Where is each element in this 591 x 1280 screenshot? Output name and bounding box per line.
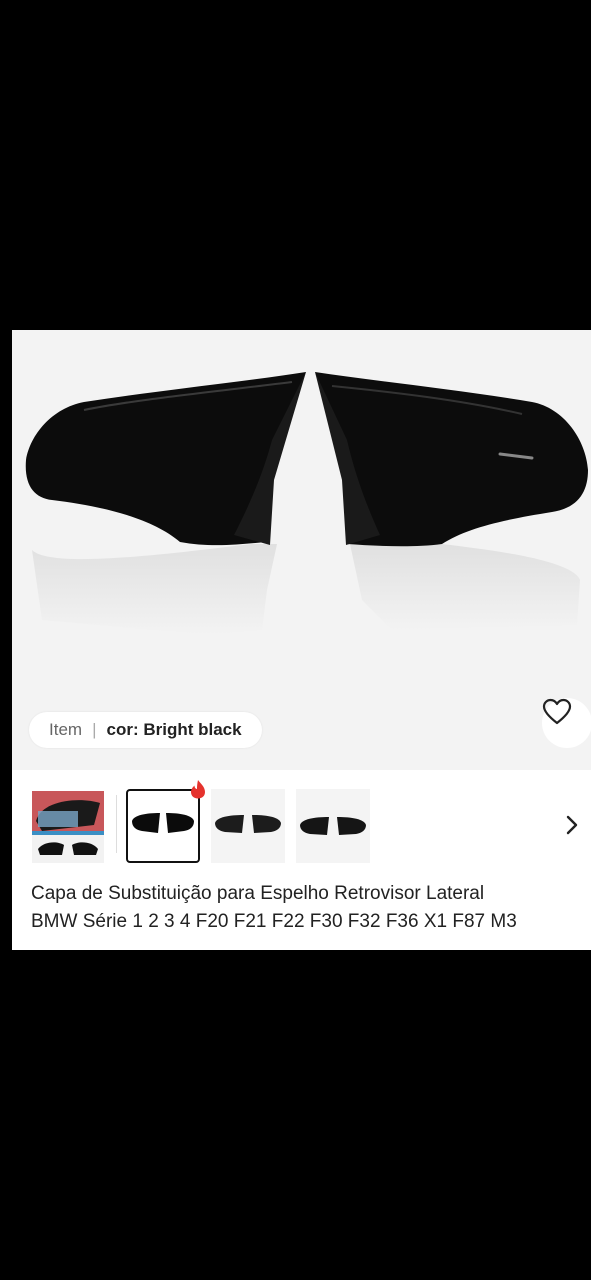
product-title-line-1: Capa de Substituição para Espelho Retrov… <box>31 883 485 904</box>
thumbnail-strip <box>12 780 591 869</box>
thumbnails-next-button[interactable] <box>560 811 584 839</box>
mirror-covers-image <box>25 372 588 635</box>
thumbnail-divider <box>116 795 117 853</box>
variant-label: Item <box>49 720 83 739</box>
variant-chip[interactable]: Item | cor: Bright black <box>29 712 262 748</box>
thumbnail-bright-black-pair[interactable] <box>126 789 200 863</box>
thumbnail-matte-pair[interactable] <box>211 789 285 863</box>
product-card: Item | cor: Bright black Capa de Substit… <box>12 330 591 950</box>
variant-value: cor: Bright black <box>106 720 242 739</box>
wishlist-button[interactable] <box>542 698 591 748</box>
product-image[interactable]: Item | cor: Bright black <box>12 330 591 770</box>
chevron-right-icon <box>566 815 578 835</box>
product-title: Capa de Substituição para Espelho Retrov… <box>31 880 591 936</box>
screen: Item | cor: Bright black Capa de Substit… <box>0 0 591 1280</box>
thumbnail-lifestyle-photo[interactable] <box>32 791 104 863</box>
fire-icon <box>190 779 206 804</box>
heart-outline-icon <box>542 698 572 725</box>
thumbnail-carbon-pair[interactable] <box>296 789 370 863</box>
variant-separator: | <box>92 720 97 739</box>
product-title-line-2: BMW Série 1 2 3 4 F20 F21 F22 F30 F32 F3… <box>31 911 517 932</box>
